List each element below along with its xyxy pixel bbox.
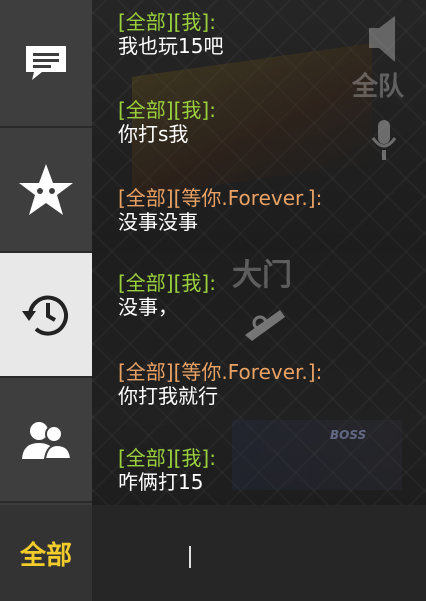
chat-message: [全部][我]: 你打s我	[118, 98, 418, 146]
star-face-icon	[19, 163, 73, 215]
friends-icon	[22, 421, 73, 460]
message-text: 没事没事	[118, 210, 198, 234]
chat-bubble-icon	[26, 46, 66, 80]
message-sender: [全部][等你.Forever.]:	[118, 360, 323, 384]
chat-message: [全部][我]: 没事，	[118, 271, 418, 319]
friends-tab[interactable]	[0, 378, 92, 503]
channel-selector-button[interactable]: 全部	[0, 505, 92, 601]
message-text: 没事，	[118, 295, 178, 319]
chat-message: [全部][等你.Forever.]: 你打我就行	[118, 360, 418, 408]
text-cursor	[189, 546, 191, 568]
boss-decal-text: BOSS	[330, 428, 367, 442]
message-sender: [全部][我]:	[118, 98, 216, 122]
chat-tab[interactable]	[0, 0, 92, 128]
chat-message: [全部][我]: 我也玩15吧	[118, 10, 418, 58]
chat-message: [全部][我]: 咋俩打15	[118, 446, 418, 494]
message-text: 咋俩打15	[118, 470, 204, 494]
message-text: 我也玩15吧	[118, 34, 224, 58]
message-sender: [全部][我]:	[118, 10, 216, 34]
chat-sidebar: 全部	[0, 0, 92, 601]
history-tab[interactable]	[0, 253, 92, 378]
chat-input-field[interactable]	[92, 505, 426, 601]
chat-message: [全部][等你.Forever.]: 没事没事	[118, 186, 418, 234]
favorites-tab[interactable]	[0, 128, 92, 253]
message-sender: [全部][等你.Forever.]:	[118, 186, 323, 210]
history-clock-icon	[22, 295, 68, 336]
message-sender: [全部][我]:	[118, 446, 216, 470]
message-sender: [全部][我]:	[118, 271, 216, 295]
message-text: 你打我就行	[118, 384, 218, 408]
message-text: 你打s我	[118, 122, 189, 146]
